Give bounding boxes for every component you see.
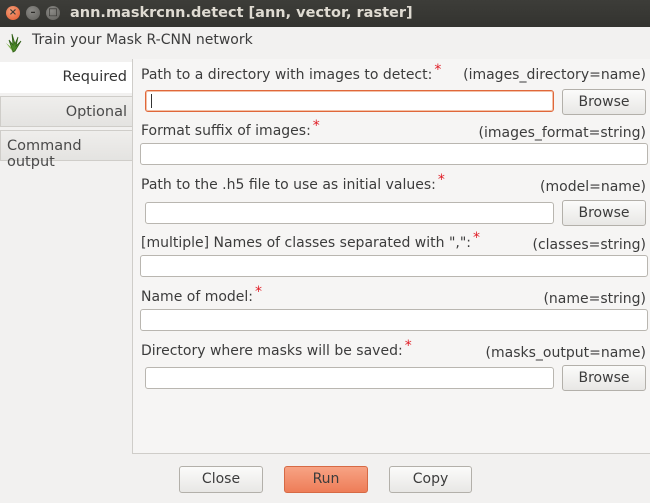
- images-format-label: Format suffix of images: *: [141, 118, 320, 139]
- text-caret: [151, 94, 152, 108]
- required-marker: *: [473, 230, 480, 246]
- images-format-input[interactable]: [140, 143, 648, 165]
- required-marker: *: [312, 118, 320, 134]
- window-minimize-button[interactable]: –: [26, 6, 40, 20]
- required-marker: *: [437, 172, 445, 188]
- model-label: Path to the .h5 file to use as initial v…: [141, 172, 445, 193]
- required-panel: Path to a directory with images to detec…: [132, 59, 650, 454]
- required-marker: *: [255, 284, 263, 300]
- images-directory-label: Path to a directory with images to detec…: [141, 62, 442, 83]
- window-title: ann.maskrcnn.detect [ann, vector, raster…: [70, 5, 413, 21]
- grass-logo-icon: [6, 33, 22, 53]
- model-key: (model=name): [540, 179, 646, 195]
- masks-output-label: Directory where masks will be saved: *: [141, 338, 412, 359]
- tab-command-output[interactable]: Command output: [0, 130, 132, 170]
- close-button[interactable]: Close: [179, 466, 263, 493]
- name-label: Name of model: *: [141, 284, 263, 305]
- tab-optional[interactable]: Optional: [0, 96, 132, 127]
- window-titlebar: × – □ ann.maskrcnn.detect [ann, vector, …: [0, 0, 650, 27]
- images-directory-key: (images_directory=name): [463, 67, 646, 83]
- model-browse-button[interactable]: Browse: [562, 200, 646, 226]
- masks-output-input[interactable]: [145, 367, 554, 389]
- window-close-button[interactable]: ×: [6, 6, 20, 20]
- images-directory-input[interactable]: [145, 90, 554, 112]
- classes-label: [multiple] Names of classes separated wi…: [141, 230, 480, 251]
- classes-input[interactable]: [140, 255, 648, 277]
- name-key: (name=string): [543, 291, 646, 307]
- images-format-key: (images_format=string): [478, 125, 646, 141]
- classes-key: (classes=string): [532, 237, 646, 253]
- run-button[interactable]: Run: [284, 466, 368, 493]
- masks-output-browse-button[interactable]: Browse: [562, 365, 646, 391]
- copy-button[interactable]: Copy: [389, 466, 472, 493]
- model-input[interactable]: [145, 202, 554, 224]
- images-directory-browse-button[interactable]: Browse: [562, 89, 646, 115]
- module-header: Train your Mask R-CNN network: [0, 27, 650, 57]
- masks-output-key: (masks_output=name): [485, 345, 646, 361]
- required-marker: *: [404, 338, 412, 354]
- required-marker: *: [434, 62, 442, 78]
- tab-required[interactable]: Required: [0, 62, 132, 93]
- window-maximize-button[interactable]: □: [46, 6, 60, 20]
- name-input[interactable]: [140, 309, 648, 331]
- module-description: Train your Mask R-CNN network: [32, 32, 253, 48]
